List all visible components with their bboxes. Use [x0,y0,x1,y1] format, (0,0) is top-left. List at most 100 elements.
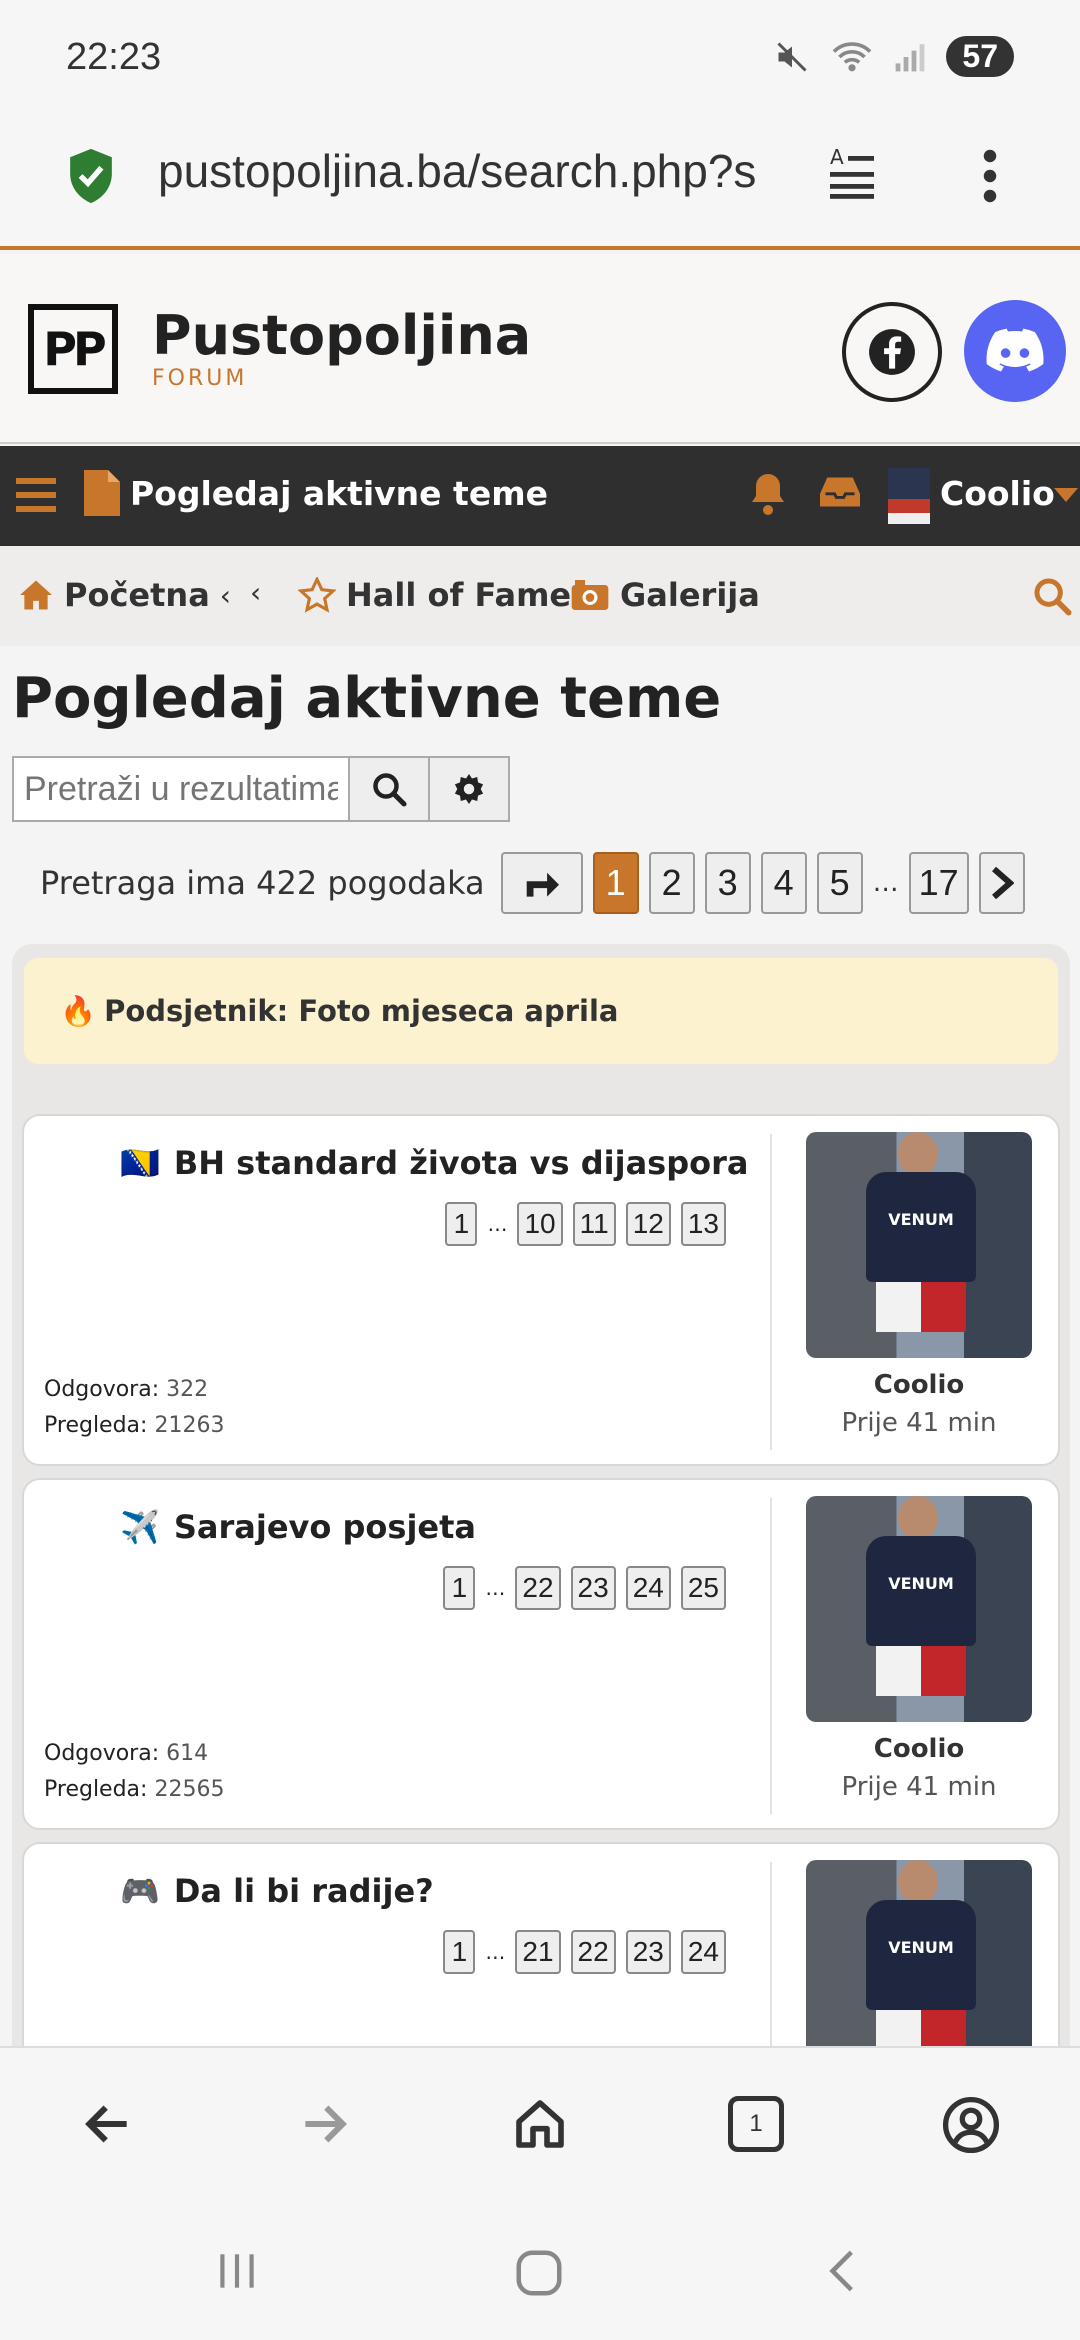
document-icon [84,470,120,516]
system-nav-bar [0,2206,1080,2340]
replies-count: 614 [166,1741,209,1766]
notifications-bell-icon[interactable] [748,472,788,516]
topic-page-link[interactable]: 1 [445,1202,478,1246]
search-submit-button[interactable] [350,756,430,822]
topic-divider [770,1498,772,1814]
back-arrow-icon[interactable] [80,2096,136,2152]
topic-page-link[interactable]: 23 [570,1566,616,1610]
fire-icon: 🔥 [60,993,97,1028]
topic-page-link[interactable]: 12 [625,1202,671,1246]
home-icon[interactable] [512,2096,568,2152]
page-button-1[interactable]: 1 [592,852,639,914]
browser-toolbar: 1 [0,2046,1080,2206]
topic-page-link[interactable]: 25 [680,1566,726,1610]
browser-menu-icon[interactable] [972,146,1008,206]
breadcrumb-hall-of-fame[interactable]: Hall of Fame [298,576,571,614]
notice-banner[interactable]: 🔥 Podsjetnik: Foto mjeseca aprila [24,958,1058,1064]
username-label[interactable]: Coolio [940,474,1055,513]
views-count: 22565 [154,1777,225,1802]
forward-arrow-icon[interactable] [296,2096,352,2152]
topic-page-link[interactable]: 24 [680,1930,726,1974]
last-poster-photo[interactable]: VENUM [806,1132,1032,1358]
topic-divider [770,1134,772,1450]
topic-stats: Odgovora: 322 Pregleda: 21263 [44,1377,225,1438]
topic-page-link[interactable]: 24 [625,1566,671,1610]
tabs-button[interactable]: 1 [728,2096,784,2152]
breadcrumb-hall-of-fame-label: Hall of Fame [346,576,572,614]
page-button-5[interactable]: 5 [816,852,863,914]
browser-url-bar: pustopoljina.ba/search.php?s A [0,118,1080,250]
topic-page-link[interactable]: 11 [572,1202,616,1246]
topic-page-link[interactable]: 22 [570,1930,616,1974]
notice-text: Podsjetnik: Foto mjeseca aprila [104,994,619,1028]
last-post-time[interactable]: Prije 41 min [806,1408,1032,1438]
topic-pages: 1 … 10 11 12 13 [445,1202,726,1246]
breadcrumb-home[interactable]: Početna ‹ [18,576,231,614]
mute-icon [777,41,807,72]
last-poster-photo[interactable]: VENUM [806,1496,1032,1722]
results-search [12,756,510,822]
recent-apps-icon[interactable] [212,2246,262,2296]
page-button-last[interactable]: 17 [908,852,969,914]
last-poster-name[interactable]: Coolio [806,1734,1032,1764]
topic-title[interactable]: 🎮 Da li bi radije? [120,1872,434,1910]
views-count: 21263 [154,1413,225,1438]
next-page-button[interactable] [978,852,1025,914]
main-navbar: Pogledaj aktivne teme Coolio [0,446,1080,546]
topic-page-link[interactable]: 21 [515,1930,561,1974]
status-time: 22:23 [66,36,162,78]
facebook-button[interactable] [842,302,942,402]
reader-mode-icon[interactable]: A [826,144,878,200]
topic-title[interactable]: ✈️ Sarajevo posjeta [120,1508,476,1546]
topic-page-link[interactable]: 23 [625,1930,671,1974]
topic-row[interactable]: ✈️ Sarajevo posjeta 1 … 22 23 24 25 Odgo… [22,1478,1060,1830]
site-header: PP Pustopoljina FORUM [0,254,1080,444]
topic-pages-ellipsis: … [485,1940,506,1964]
svg-text:A: A [830,145,844,169]
facebook-icon [869,329,915,375]
breadcrumb-gallery[interactable]: Galerija [570,576,760,614]
advanced-search-button[interactable] [430,756,510,822]
topic-pages: 1 … 22 23 24 25 [443,1566,726,1610]
last-poster-name[interactable]: Coolio [806,1370,1032,1400]
site-name[interactable]: Pustopoljina [152,304,531,367]
airplane-icon: ✈️ [120,1508,160,1546]
results-search-input[interactable] [12,756,350,822]
page-button-3[interactable]: 3 [704,852,751,914]
user-avatar[interactable] [888,468,930,524]
signal-icon [896,43,925,71]
page-button-4[interactable]: 4 [760,852,807,914]
camera-icon [571,580,609,610]
topic-page-link[interactable]: 13 [680,1202,726,1246]
topic-row[interactable]: 🇧🇦 BH standard života vs dijaspora 1 … 1… [22,1114,1060,1466]
url-text[interactable]: pustopoljina.ba/search.php?s [158,144,788,198]
secure-shield-icon[interactable] [66,146,116,206]
gear-icon [454,774,484,804]
account-icon[interactable] [942,2096,1000,2154]
jump-to-page-button[interactable] [500,852,583,914]
topics-panel: 🔥 Podsjetnik: Foto mjeseca aprila 🇧🇦 BH … [12,944,1070,2194]
topic-pages-ellipsis: … [487,1212,508,1236]
topic-pages: 1 … 21 22 23 24 [443,1930,726,1974]
pagination-ellipsis: … [872,868,899,898]
topic-page-link[interactable]: 22 [515,1566,561,1610]
search-icon[interactable] [1032,576,1072,616]
battery-badge: 57 [946,36,1014,77]
topic-page-link[interactable]: 1 [443,1566,476,1610]
user-menu-caret-icon[interactable] [1054,488,1078,502]
inbox-icon[interactable] [820,474,860,510]
discord-button[interactable] [964,300,1066,402]
system-back-icon[interactable] [818,2246,868,2296]
hamburger-menu-icon[interactable] [16,474,56,514]
page-button-2[interactable]: 2 [648,852,695,914]
last-post-time[interactable]: Prije 41 min [806,1772,1032,1802]
jump-arrow-icon [526,872,559,897]
system-home-icon[interactable] [512,2246,566,2300]
breadcrumb-gallery-label: Galerija [620,576,760,614]
breadcrumb-separator-2: ‹ [250,576,262,609]
topic-page-link[interactable]: 1 [443,1930,476,1974]
site-logo[interactable]: PP [28,304,118,394]
topic-page-link[interactable]: 10 [517,1202,563,1246]
nav-active-topics[interactable]: Pogledaj aktivne teme [130,474,548,513]
topic-title[interactable]: 🇧🇦 BH standard života vs dijaspora [120,1144,748,1182]
